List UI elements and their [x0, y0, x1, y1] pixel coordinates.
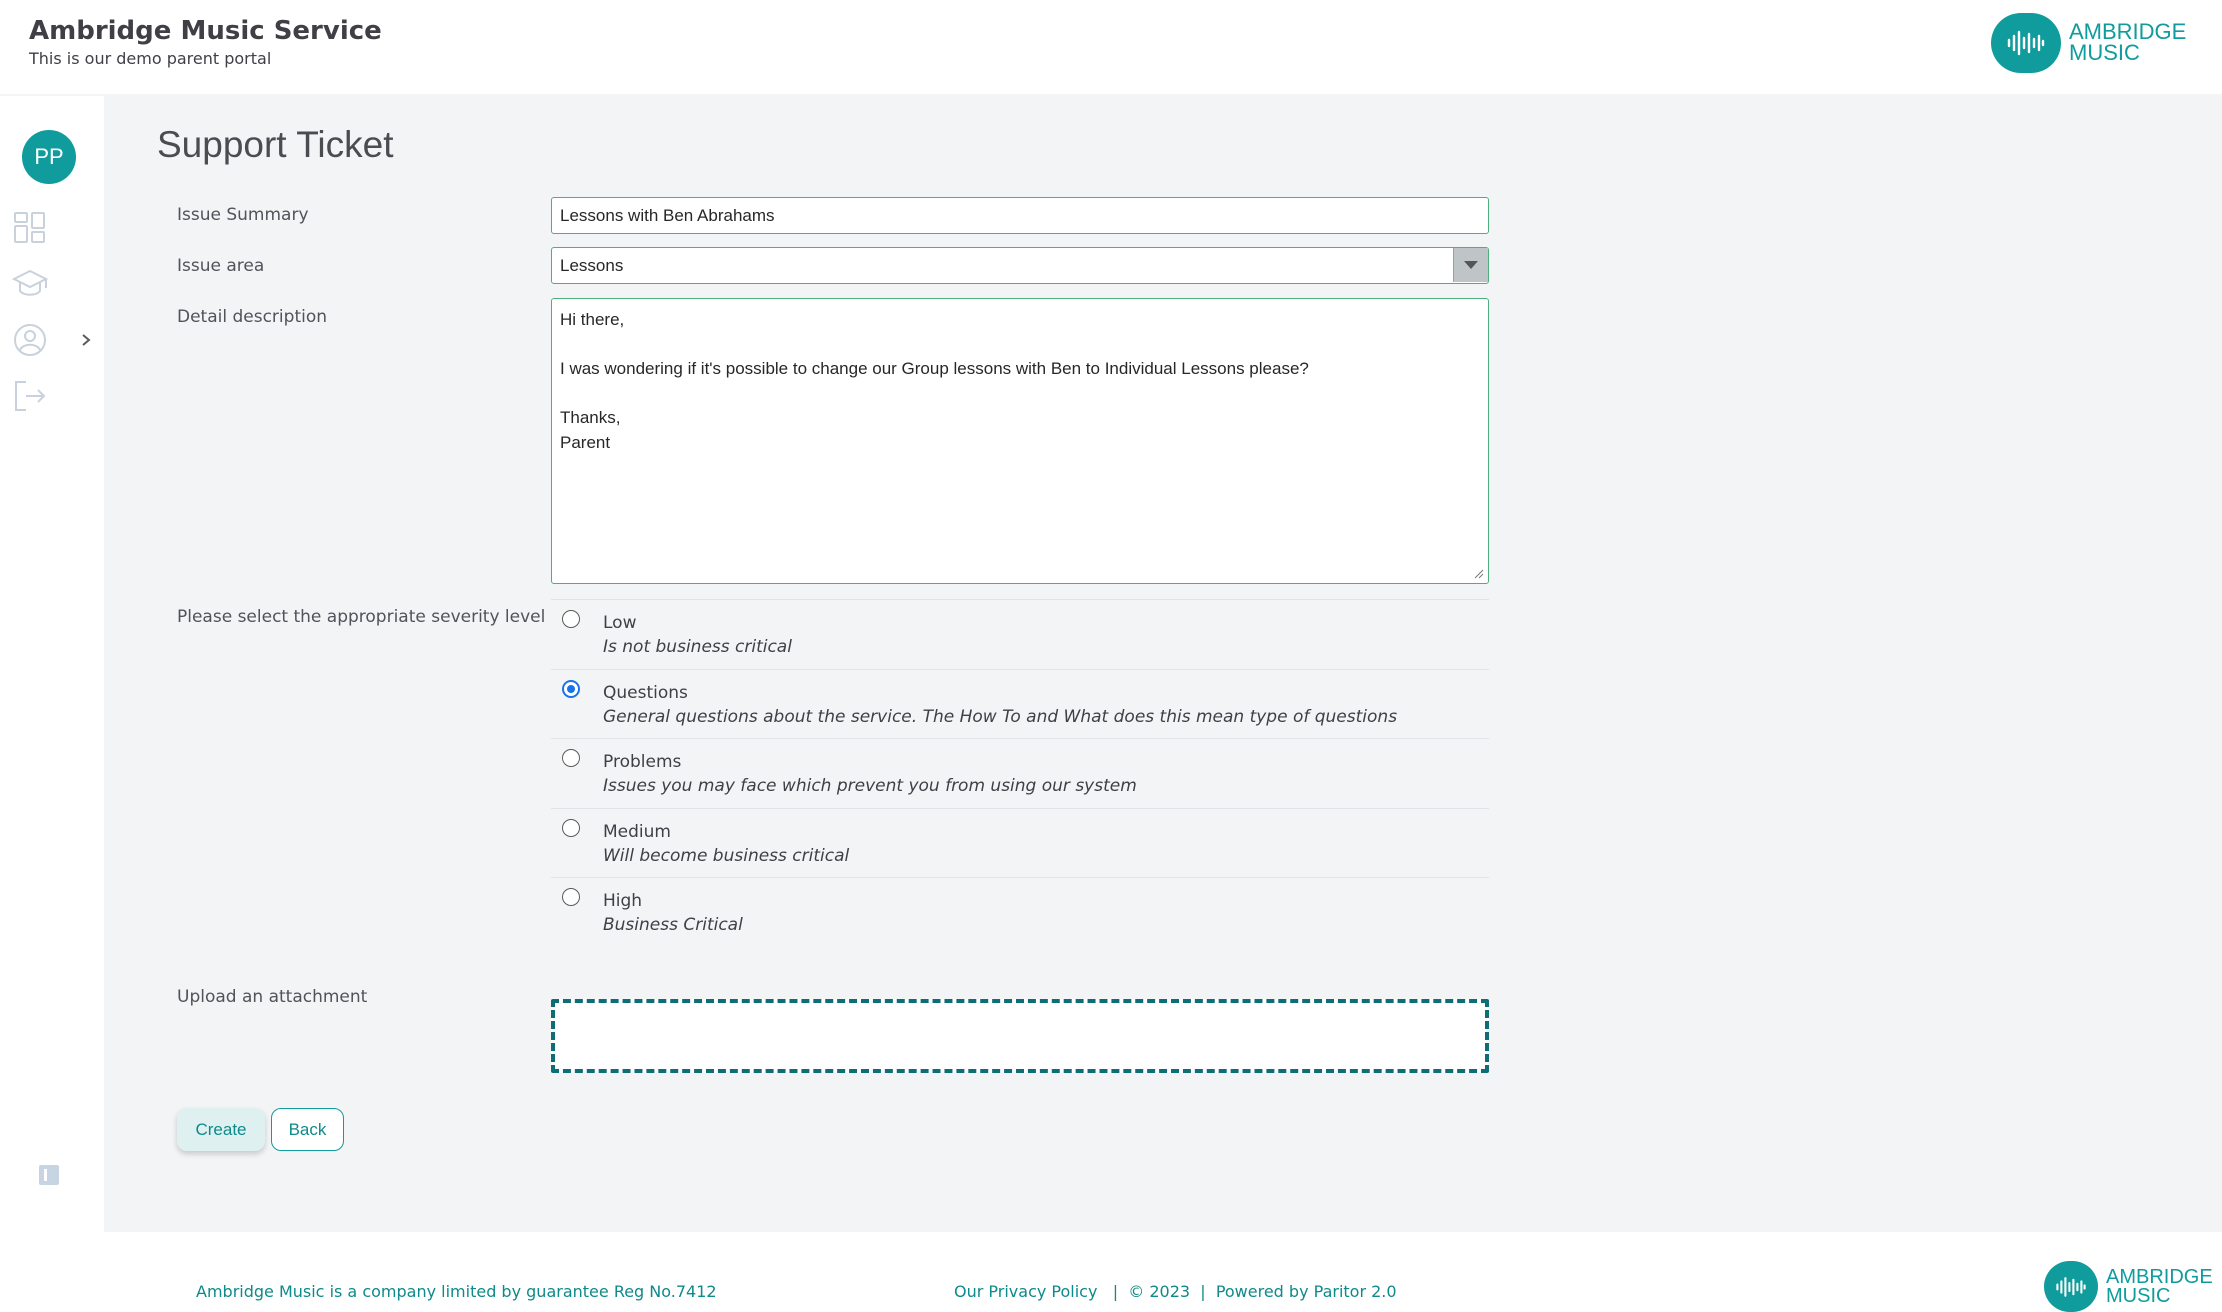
severity-option-description: General questions about the service. The… — [603, 706, 1398, 727]
resize-grip-icon[interactable] — [1472, 567, 1484, 579]
detail-description-label: Detail description — [177, 307, 328, 327]
back-button[interactable]: Back — [271, 1108, 344, 1151]
upload-dropzone[interactable] — [551, 999, 1489, 1073]
issue-area-select[interactable]: Lessons — [551, 247, 1489, 284]
upload-label: Upload an attachment — [177, 987, 368, 1007]
logo-line-1: AMBRIDGE — [2106, 1265, 2213, 1288]
issue-summary-input[interactable]: Lessons with Ben Abrahams — [551, 197, 1489, 234]
dashboard-icon[interactable] — [12, 210, 48, 246]
severity-option-medium[interactable]: Medium Will become business critical — [551, 807, 1489, 877]
severity-option-label: Questions — [603, 682, 688, 703]
severity-option-high[interactable]: High Business Critical — [551, 877, 1489, 946]
brand-logo[interactable]: AMBRIDGE MUSIC — [1991, 13, 2186, 73]
issue-area-value: Lessons — [560, 256, 624, 275]
user-circle-icon[interactable] — [12, 322, 48, 358]
chevron-right-icon[interactable] — [78, 330, 94, 350]
severity-radio[interactable] — [562, 888, 580, 906]
severity-radio[interactable] — [562, 679, 580, 698]
severity-option-low[interactable]: Low Is not business critical — [551, 599, 1489, 668]
severity-option-description: Issues you may face which prevent you fr… — [603, 776, 1137, 796]
severity-option-label: Low — [603, 613, 637, 633]
severity-option-description: Is not business critical — [603, 637, 792, 657]
severity-radio[interactable] — [562, 610, 580, 628]
app-header: Ambridge Music Service This is our demo … — [0, 0, 2222, 94]
app-title: Ambridge Music Service — [29, 16, 382, 46]
powered-by-text: Powered by Paritor 2.0 — [1215, 1282, 1397, 1301]
privacy-policy-link[interactable]: Our Privacy Policy — [954, 1282, 1097, 1301]
soundwave-icon — [2044, 1261, 2098, 1312]
avatar[interactable]: PP — [22, 130, 76, 184]
logo-line-2: MUSIC — [2069, 40, 2140, 65]
footer-logo[interactable]: AMBRIDGE MUSIC — [2044, 1261, 2213, 1312]
soundwave-icon — [1991, 13, 2061, 73]
severity-label: Please select the appropriate severity l… — [177, 607, 546, 627]
severity-option-problems[interactable]: Problems Issues you may face which preven… — [551, 738, 1489, 807]
graduation-cap-icon[interactable] — [11, 266, 49, 302]
footer-separator: | — [1200, 1282, 1206, 1301]
copyright-text: © 2023 — [1128, 1282, 1191, 1301]
severity-radio[interactable] — [562, 749, 580, 767]
severity-option-label: High — [603, 891, 643, 911]
create-button[interactable]: Create — [177, 1108, 265, 1151]
app-subtitle: This is our demo parent portal — [29, 49, 272, 68]
footer-links: Our Privacy Policy | © 2023 | Powered by… — [954, 1282, 1397, 1301]
footer-separator: | — [1112, 1282, 1119, 1301]
severity-option-questions[interactable]: Questions General questions about the ser… — [551, 668, 1489, 738]
logo-wordmark: AMBRIDGE MUSIC — [2069, 21, 2186, 65]
severity-option-description: Will become business critical — [603, 845, 850, 866]
logo-wordmark: AMBRIDGE MUSIC — [2106, 1265, 2213, 1307]
detail-description-textarea[interactable]: Hi there, I was wondering if it's possib… — [551, 298, 1489, 584]
sidebar-toggle-icon[interactable] — [39, 1165, 59, 1185]
severity-option-label: Problems — [603, 752, 682, 772]
page-title: Support Ticket — [157, 124, 394, 165]
logo-line-2: MUSIC — [2106, 1284, 2171, 1307]
chevron-down-icon[interactable] — [1453, 248, 1488, 282]
severity-option-label: Medium — [603, 821, 671, 842]
footer-company-text: Ambridge Music is a company limited by g… — [196, 1282, 717, 1301]
severity-radio[interactable] — [562, 818, 580, 837]
issue-area-label: Issue area — [177, 256, 265, 276]
issue-summary-label: Issue Summary — [177, 205, 309, 225]
logout-icon[interactable] — [12, 378, 48, 414]
severity-option-description: Business Critical — [603, 915, 743, 935]
